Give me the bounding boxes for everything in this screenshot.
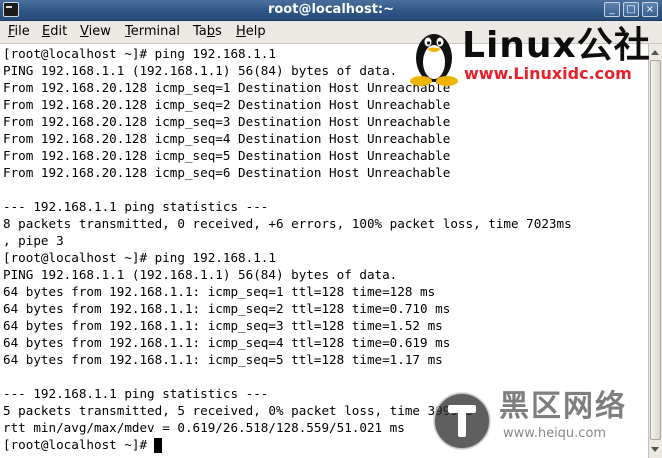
terminal-line: 8 packets transmitted, 0 received, +6 er… [3,216,572,231]
penguin-icon [410,34,458,86]
terminal-line: [root@localhost ~]# ping 192.168.1.1 [3,46,276,61]
title-bar[interactable]: root@localhost:~ _ □ × [0,0,662,21]
linuxidc-logo-text: Linux公社 [462,25,651,66]
terminal-line: From 192.168.20.128 icmp_seq=2 Destinati… [3,97,451,112]
terminal-line: From 192.168.20.128 icmp_seq=1 Destinati… [3,80,451,95]
terminal-line: PING 192.168.1.1 (192.168.1.1) 56(84) by… [3,63,398,78]
terminal-line: 64 bytes from 192.168.1.1: icmp_seq=1 tt… [3,284,436,299]
menu-edit[interactable]: Edit [42,24,67,40]
terminal-line: --- 192.168.1.1 ping statistics --- [3,199,269,214]
linuxidc-url: www.Linuxidc.com [464,64,632,83]
window-title: root@localhost:~ [267,2,395,17]
terminal-line: From 192.168.20.128 icmp_seq=6 Destinati… [3,165,451,180]
terminal-line: [root@localhost ~]# ping 192.168.1.1 [3,250,276,265]
terminal-line: --- 192.168.1.1 ping statistics --- [3,386,269,401]
terminal-line: From 192.168.20.128 icmp_seq=3 Destinati… [3,114,451,129]
heiqu-logo-text: 黑区网络 [499,389,627,424]
terminal-line: From 192.168.20.128 icmp_seq=5 Destinati… [3,148,451,163]
close-button[interactable]: × [642,2,658,17]
scroll-down-arrow-icon[interactable] [651,447,659,452]
terminal-line: , pipe 3 [3,233,64,248]
menu-help[interactable]: Help [236,24,266,40]
menu-edit-mnemonic: E [42,24,51,39]
maximize-button[interactable]: □ [623,2,639,17]
menu-file[interactable]: File [8,24,30,40]
menu-tabs-mnemonic: b [206,24,216,39]
minimize-button[interactable]: _ [604,2,620,17]
terminal-window: root@localhost:~ _ □ × File Edit View Te… [0,0,662,458]
menu-view[interactable]: View [80,24,111,40]
heiqu-watermark: 黑区网络 www.heiqu.com [431,388,651,454]
scrollbar-thumb[interactable] [650,60,661,440]
menu-terminal[interactable]: Terminal [125,24,180,40]
menu-tabs-prefix: Ta [193,24,207,39]
menu-help-label: elp [245,24,266,39]
terminal-line: PING 192.168.1.1 (192.168.1.1) 56(84) by… [3,267,398,282]
terminal-line: From 192.168.20.128 icmp_seq=4 Destinati… [3,131,451,146]
terminal-line: 64 bytes from 192.168.1.1: icmp_seq=4 tt… [3,335,451,350]
terminal-line: 64 bytes from 192.168.1.1: icmp_seq=5 tt… [3,352,443,367]
heiqu-logo-icon [433,392,491,450]
terminal-line: 64 bytes from 192.168.1.1: icmp_seq=2 tt… [3,301,451,316]
menu-tabs-label: s [215,24,222,39]
heiqu-url: www.heiqu.com [503,426,607,441]
text-cursor [154,438,162,453]
menu-tabs[interactable]: Tabs [193,24,222,40]
menu-view-label: iew [88,24,111,39]
menu-help-mnemonic: H [236,24,246,39]
menu-file-label: ile [14,24,30,39]
terminal-prompt-line: [root@localhost ~]# [3,437,155,452]
menu-edit-label: dit [50,24,68,39]
terminal-line: 64 bytes from 192.168.1.1: icmp_seq=3 tt… [3,318,443,333]
linuxidc-watermark: Linux公社 www.Linuxidc.com [406,24,662,88]
menu-view-mnemonic: V [80,24,89,39]
terminal-line: 5 packets transmitted, 5 received, 0% pa… [3,403,474,418]
terminal-line: rtt min/avg/max/mdev = 0.619/26.518/128.… [3,420,405,435]
menu-terminal-label: erminal [130,24,180,39]
